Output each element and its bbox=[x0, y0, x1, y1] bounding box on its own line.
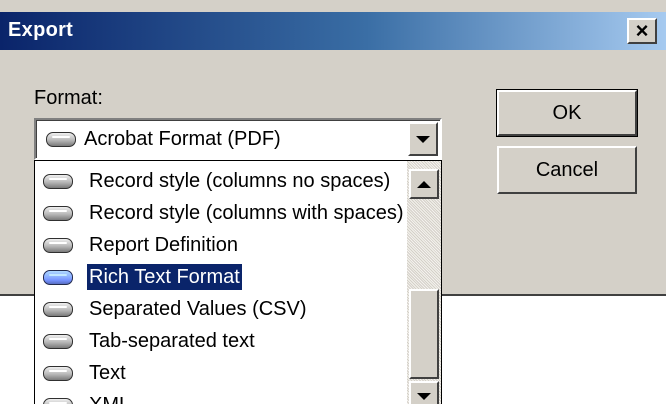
format-file-icon bbox=[43, 206, 73, 221]
format-file-icon bbox=[43, 302, 73, 317]
scroll-thumb[interactable] bbox=[409, 289, 439, 379]
dropdown-item[interactable]: Tab-separated text bbox=[35, 325, 405, 357]
scroll-down-icon bbox=[417, 392, 431, 400]
dropdown-item-label: Rich Text Format bbox=[87, 264, 242, 290]
dropdown-item-label: Report Definition bbox=[89, 234, 238, 256]
format-file-icon bbox=[43, 270, 73, 285]
dropdown-item[interactable]: Rich Text Format bbox=[35, 261, 405, 293]
stage: Export × Format: Acrobat Format (PDF) OK… bbox=[0, 0, 666, 404]
scroll-up-button[interactable] bbox=[409, 169, 439, 199]
dropdown-arrow-button[interactable] bbox=[408, 122, 438, 156]
scroll-up-icon bbox=[417, 180, 431, 188]
title-bar[interactable]: Export × bbox=[0, 12, 666, 50]
ok-button[interactable]: OK bbox=[496, 89, 638, 137]
scroll-down-button[interactable] bbox=[409, 381, 439, 404]
format-file-icon bbox=[43, 366, 73, 381]
format-file-icon bbox=[43, 238, 73, 253]
window-title: Export bbox=[8, 19, 74, 41]
dropdown-item[interactable]: Separated Values (CSV) bbox=[35, 293, 405, 325]
close-button[interactable]: × bbox=[627, 18, 657, 44]
format-selected-value: Acrobat Format (PDF) bbox=[84, 128, 281, 150]
cancel-button[interactable]: Cancel bbox=[497, 146, 637, 194]
format-file-icon bbox=[43, 174, 73, 189]
dropdown-item[interactable]: Record style (columns no spaces) bbox=[35, 165, 405, 197]
format-file-icon bbox=[43, 334, 73, 349]
dropdown-item[interactable]: XML bbox=[35, 389, 405, 404]
format-file-icon bbox=[43, 398, 73, 404]
dropdown-item-label: Record style (columns with spaces) bbox=[89, 202, 404, 224]
dropdown-item[interactable]: Report Definition bbox=[35, 229, 405, 261]
dropdown-item-label: Record style (columns no spaces) bbox=[89, 170, 391, 192]
format-file-icon bbox=[46, 132, 76, 147]
dropdown-item-label: Tab-separated text bbox=[89, 330, 255, 352]
dropdown-item[interactable]: Text bbox=[35, 357, 405, 389]
dropdown-scrollbar[interactable] bbox=[407, 161, 441, 404]
format-label: Format: bbox=[34, 87, 103, 109]
chevron-down-icon bbox=[416, 135, 430, 143]
format-dropdown-list[interactable]: Record style (columns no spaces) Record s… bbox=[34, 160, 442, 404]
dropdown-item-label: XML bbox=[87, 392, 132, 404]
dropdown-item[interactable]: Record style (columns with spaces) bbox=[35, 197, 405, 229]
dropdown-item-label: Separated Values (CSV) bbox=[89, 298, 307, 320]
format-combobox[interactable]: Acrobat Format (PDF) bbox=[34, 118, 442, 160]
dropdown-item-label: Text bbox=[89, 362, 126, 384]
close-icon: × bbox=[635, 18, 649, 43]
